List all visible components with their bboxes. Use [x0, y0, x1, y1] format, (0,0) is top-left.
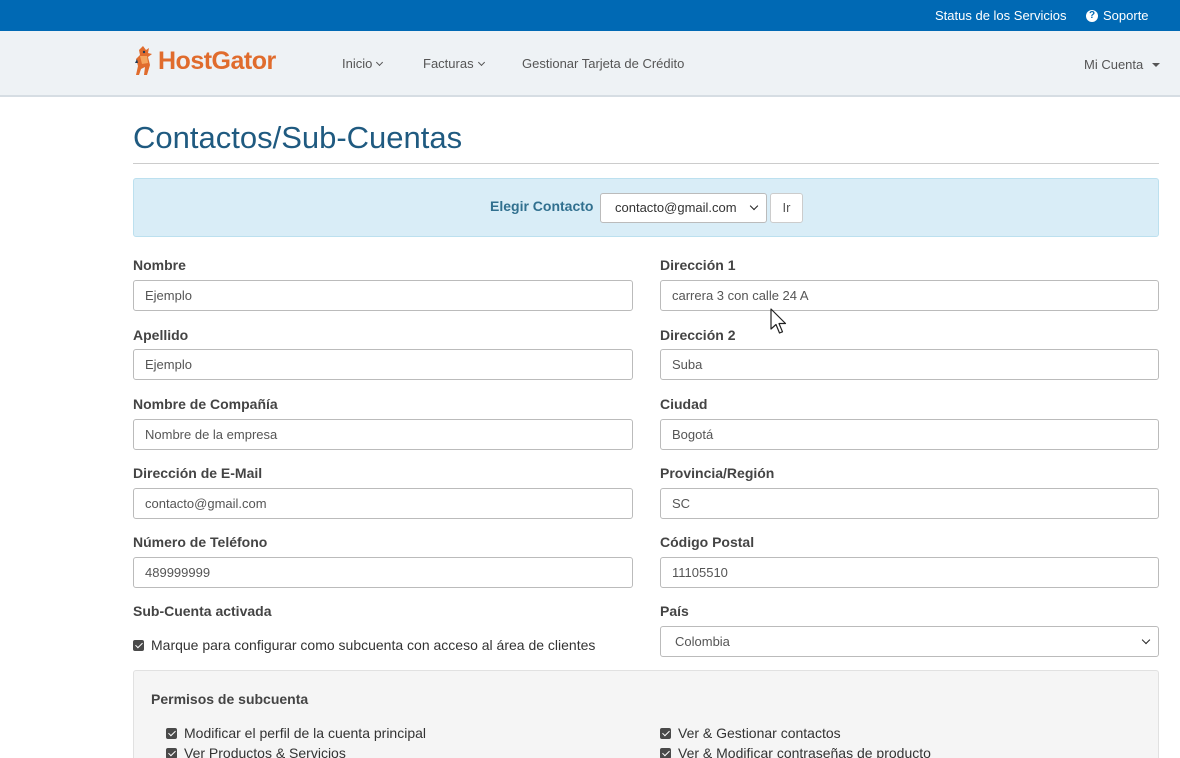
question-circle-icon: ?	[1086, 9, 1098, 22]
nav-tarjeta-label: Gestionar Tarjeta de Crédito	[522, 56, 685, 71]
permission-label: Ver & Modificar contraseñas de producto	[678, 745, 931, 758]
main-navbar: HostGator Inicio Facturas Gestionar Tarj…	[0, 31, 1180, 97]
direccion1-input[interactable]: carrera 3 con calle 24 A	[660, 280, 1159, 311]
apellido-input[interactable]: Ejemplo	[133, 349, 633, 380]
compania-input[interactable]: Nombre de la empresa	[133, 419, 633, 450]
choose-contact-label: Elegir Contacto	[490, 198, 594, 214]
nombre-label: Nombre	[133, 257, 186, 273]
nombre-input[interactable]: Ejemplo	[133, 280, 633, 311]
subaccount-permissions-panel: Permisos de subcuenta Modificar el perfi…	[133, 670, 1159, 758]
direccion2-value: Suba	[672, 357, 703, 372]
chevron-down-icon	[749, 201, 759, 211]
permission-label: Modificar el perfil de la cuenta princip…	[184, 725, 427, 741]
title-divider	[133, 163, 1159, 164]
chevron-down-icon	[477, 58, 485, 66]
permission-label: Ver Productos & Servicios	[184, 745, 346, 758]
mouse-cursor-icon	[770, 308, 787, 334]
pais-value: Colombia	[675, 634, 730, 649]
compania-label: Nombre de Compañía	[133, 396, 278, 412]
top-bar: Status de los Servicios ? Soporte	[0, 0, 1180, 31]
subcuenta-checkbox-row[interactable]: Marque para configurar como subcuenta co…	[133, 637, 595, 653]
telefono-label: Número de Teléfono	[133, 534, 268, 550]
permission-item[interactable]: Ver Productos & Servicios	[166, 745, 346, 758]
caret-down-icon	[1152, 62, 1161, 67]
subcuenta-label: Sub-Cuenta activada	[133, 603, 272, 619]
chevron-down-icon	[1141, 635, 1151, 645]
nav-facturas-label: Facturas	[423, 56, 474, 71]
postal-label: Código Postal	[660, 534, 755, 550]
permission-checkbox[interactable]	[660, 727, 671, 739]
service-status-link[interactable]: Status de los Servicios	[935, 8, 1067, 23]
nav-inicio[interactable]: Inicio	[342, 56, 384, 71]
nav-inicio-label: Inicio	[342, 56, 373, 71]
nav-gestionar-tarjeta[interactable]: Gestionar Tarjeta de Crédito	[522, 56, 684, 71]
permission-item[interactable]: Modificar el perfil de la cuenta princip…	[166, 725, 426, 741]
pais-label: País	[660, 603, 689, 619]
support-link[interactable]: ? Soporte	[1086, 8, 1149, 23]
email-input[interactable]: contacto@gmail.com	[133, 488, 633, 519]
direccion1-value: carrera 3 con calle 24 A	[672, 288, 809, 303]
apellido-label: Apellido	[133, 327, 189, 343]
compania-value: Nombre de la empresa	[145, 427, 278, 442]
permission-checkbox[interactable]	[660, 747, 671, 758]
contact-select-value: contacto@gmail.com	[615, 200, 737, 215]
support-label: Soporte	[1103, 8, 1149, 23]
direccion2-label: Dirección 2	[660, 327, 736, 343]
permission-item[interactable]: Ver & Gestionar contactos	[660, 725, 841, 741]
gator-mascot-icon	[135, 46, 152, 75]
permission-checkbox[interactable]	[166, 727, 177, 739]
provincia-input[interactable]: SC	[660, 488, 1159, 519]
nombre-value: Ejemplo	[145, 288, 192, 303]
chevron-down-icon	[376, 58, 384, 66]
telefono-input[interactable]: 489999999	[133, 557, 633, 588]
postal-input[interactable]: 11105510	[660, 557, 1159, 588]
provincia-value: SC	[672, 496, 691, 511]
subcuenta-checkbox[interactable]	[133, 639, 144, 651]
email-label: Dirección de E-Mail	[133, 465, 263, 481]
nav-cuenta-label: Mi Cuenta	[1084, 57, 1144, 72]
permissions-title: Permisos de subcuenta	[151, 691, 309, 707]
contact-select[interactable]: contacto@gmail.com	[600, 193, 767, 223]
ciudad-input[interactable]: Bogotá	[660, 419, 1159, 450]
pais-select[interactable]: Colombia	[660, 626, 1159, 657]
email-value: contacto@gmail.com	[145, 496, 267, 511]
go-button[interactable]: Ir	[770, 193, 803, 223]
contact-chooser-panel: Elegir Contacto contacto@gmail.com Ir	[133, 178, 1159, 237]
ciudad-label: Ciudad	[660, 396, 708, 412]
nav-facturas[interactable]: Facturas	[423, 56, 485, 71]
postal-value: 11105510	[672, 565, 728, 580]
subcuenta-checkbox-label: Marque para configurar como subcuenta co…	[151, 637, 596, 653]
direccion1-label: Dirección 1	[660, 257, 736, 273]
direccion2-input[interactable]: Suba	[660, 349, 1159, 380]
nav-mi-cuenta[interactable]: Mi Cuenta	[1084, 57, 1161, 72]
permission-checkbox[interactable]	[166, 747, 177, 758]
permission-item[interactable]: Ver & Modificar contraseñas de producto	[660, 745, 931, 758]
page-title: Contactos/Sub-Cuentas	[133, 120, 463, 155]
hostgator-logo[interactable]: HostGator	[134, 45, 276, 77]
permission-label: Ver & Gestionar contactos	[678, 725, 841, 741]
brand-name: HostGator	[158, 46, 276, 75]
provincia-label: Provincia/Región	[660, 465, 775, 481]
apellido-value: Ejemplo	[145, 357, 192, 372]
telefono-value: 489999999	[145, 565, 211, 580]
ciudad-value: Bogotá	[672, 427, 714, 442]
